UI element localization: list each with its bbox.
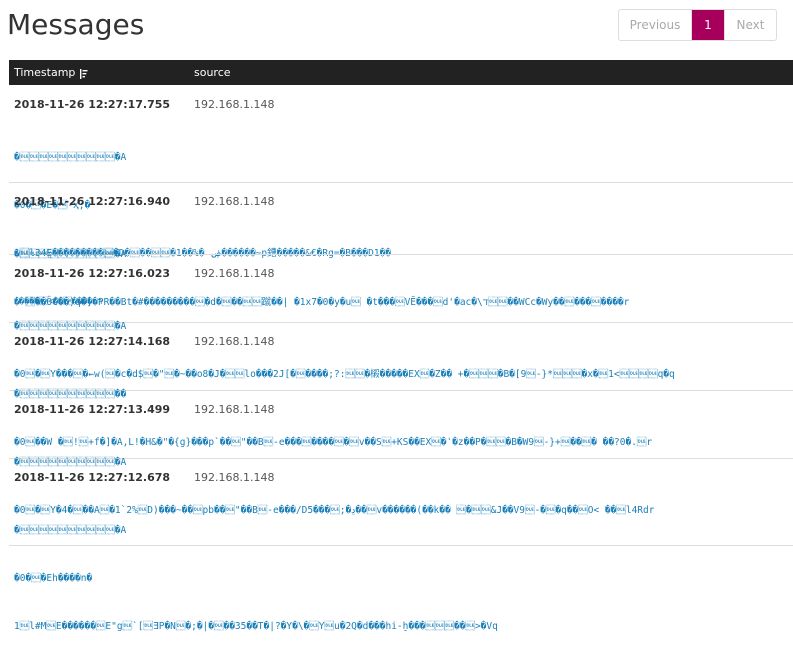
message-line: �0��Eh����n� [14, 573, 93, 584]
source-column-header[interactable]: source [194, 66, 231, 79]
message-timestamp: 2018-11-26 12:27:16.940 [14, 195, 171, 208]
page-1-button[interactable]: 1 [692, 10, 724, 40]
timestamp-column-header[interactable]: Timestamp [14, 66, 88, 79]
message-line: 1l#ME������E"g`[ƎP�N�;�|���35��T�… [14, 621, 498, 632]
message-source: 192.168.1.148 [194, 335, 275, 348]
message-source: 192.168.1.148 [194, 471, 275, 484]
message-row[interactable]: 2018-11-26 12:27:13.499 192.168.1.148 �… [9, 391, 793, 516]
message-source: 192.168.1.148 [194, 98, 275, 111]
timestamp-header-label: Timestamp [14, 66, 76, 79]
page-title: Messages [7, 8, 145, 41]
message-line: ��A [14, 525, 127, 536]
next-page-button[interactable]: Next [724, 10, 776, 40]
pagination: Previous 1 Next [618, 9, 777, 41]
message-row[interactable]: 2018-11-26 12:27:14.168 192.168.1.148 �… [9, 323, 793, 448]
message-row[interactable]: 2018-11-26 12:27:17.755 192.168.1.148 �… [9, 86, 793, 307]
sort-descending-icon[interactable] [79, 68, 88, 79]
message-timestamp: 2018-11-26 12:27:14.168 [14, 335, 171, 348]
message-timestamp: 2018-11-26 12:27:17.755 [14, 98, 171, 111]
message-timestamp: 2018-11-26 12:27:16.023 [14, 267, 171, 280]
message-source: 192.168.1.148 [194, 267, 275, 280]
message-row[interactable]: 2018-11-26 12:27:16.023 192.168.1.148 �… [9, 255, 793, 380]
message-timestamp: 2018-11-26 12:27:13.499 [14, 403, 171, 416]
message-body: ��A �0��Eh����n� 1l#ME�����… [14, 491, 498, 667]
message-row[interactable]: 2018-11-26 12:27:12.678 192.168.1.148 �… [9, 459, 793, 632]
previous-page-button[interactable]: Previous [619, 10, 692, 40]
message-row[interactable]: 2018-11-26 12:27:16.940 192.168.1.148 �… [9, 183, 793, 308]
message-timestamp: 2018-11-26 12:27:12.678 [14, 471, 171, 484]
table-header: Timestamp source [9, 60, 793, 85]
message-line: ��A [14, 152, 127, 163]
message-source: 192.168.1.148 [194, 403, 275, 416]
message-source: 192.168.1.148 [194, 195, 275, 208]
